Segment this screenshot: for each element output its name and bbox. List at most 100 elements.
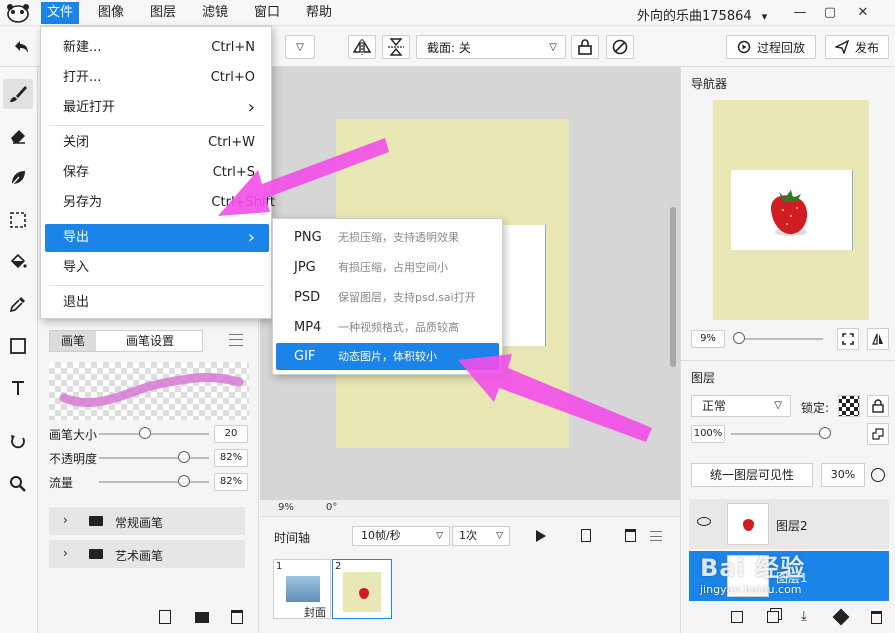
menu-item-new[interactable]: 新建... Ctrl+N — [45, 34, 269, 62]
user-name[interactable]: 外向的乐曲175864 ▾ — [637, 5, 767, 24]
fit-screen-button[interactable] — [837, 328, 859, 350]
clear-layer-icon[interactable] — [832, 608, 850, 626]
export-jpg[interactable]: JPG 有损压缩，占用空间小 — [276, 254, 499, 281]
unify-visibility-button[interactable]: 统一图层可见性 — [691, 463, 813, 487]
flip-vertical-button[interactable] — [382, 35, 410, 59]
flow-field[interactable]: 82% — [214, 473, 248, 491]
menu-file[interactable]: 文件 — [41, 2, 80, 24]
opacity-knob[interactable] — [178, 451, 190, 463]
layer-opacity-slider[interactable] — [731, 433, 831, 435]
clip-select[interactable]: 截面: 关 ▽ — [416, 35, 566, 59]
menu-item-close[interactable]: 关闭 Ctrl+W — [45, 129, 269, 157]
brush-size-field[interactable]: 20 — [214, 425, 248, 443]
blend-mode-select[interactable]: 正常 ▽ — [691, 395, 791, 417]
eraser-tool[interactable] — [3, 121, 33, 151]
maximize-icon[interactable]: ▢ — [820, 3, 840, 23]
export-gif[interactable]: GIF 动态图片，体积较小 — [276, 343, 499, 370]
new-frame-icon[interactable] — [581, 529, 591, 542]
trash-icon[interactable] — [231, 610, 243, 624]
layer-opacity-knob[interactable] — [819, 427, 831, 439]
layer-opacity-field[interactable]: 100% — [691, 425, 725, 443]
folder-icon[interactable] — [195, 612, 209, 623]
smudge-tool[interactable] — [3, 163, 33, 193]
fill-tool[interactable] — [3, 247, 33, 277]
lock-layer-button[interactable] — [867, 395, 889, 417]
publish-button[interactable]: 发布 — [825, 35, 889, 59]
eye-icon[interactable] — [697, 517, 711, 526]
trash-icon[interactable] — [625, 529, 636, 542]
play-icon[interactable] — [536, 530, 546, 542]
duplicate-layer-icon[interactable] — [767, 611, 779, 623]
tab-brush[interactable]: 画笔 — [50, 331, 96, 351]
menu-window[interactable]: 窗口 — [248, 2, 286, 24]
export-psd[interactable]: PSD 保留图层，支持psd.sai打开 — [276, 284, 499, 311]
fps-select[interactable]: 10帧/秒 ▽ — [352, 526, 450, 546]
eyedropper-tool[interactable] — [3, 289, 33, 319]
navigator-zoom-slider[interactable] — [733, 338, 823, 340]
frame-1[interactable]: 1 封面 — [273, 559, 331, 619]
frame-2[interactable]: 2 — [332, 559, 392, 619]
navigator-zoom-field[interactable]: 9% — [691, 330, 725, 348]
menu-item-save-as[interactable]: 另存为 Ctrl+Shift — [45, 189, 275, 217]
menu-item-save[interactable]: 保存 Ctrl+S — [45, 159, 269, 187]
disable-button[interactable] — [606, 35, 634, 59]
rotate-tool[interactable] — [3, 427, 33, 457]
text-tool[interactable] — [3, 373, 33, 403]
mirror-view-button[interactable] — [867, 328, 889, 350]
onion-skin-icon[interactable] — [871, 468, 885, 482]
brush-folder-general[interactable]: › 常规画笔 — [49, 507, 245, 535]
menu-separator — [49, 125, 265, 126]
clip-mask-button[interactable] — [867, 423, 889, 445]
brush-tool[interactable] — [3, 79, 33, 109]
menu-help[interactable]: 帮助 — [300, 2, 338, 24]
minimize-icon[interactable]: — — [790, 3, 810, 23]
menu-image[interactable]: 图像 — [92, 2, 130, 24]
flow-slider[interactable] — [99, 481, 209, 483]
new-layer-icon[interactable] — [731, 611, 743, 623]
toolbar-dropdown[interactable]: ▽ — [285, 35, 315, 59]
layer-row-2[interactable]: 图层2 — [689, 499, 889, 549]
canvas-scrollbar-vertical[interactable] — [670, 207, 676, 367]
undo-button[interactable] — [6, 35, 36, 59]
opacity-label: 不透明度 — [49, 452, 98, 466]
menu-bar: 文件 图像 图层 滤镜 窗口 帮助 外向的乐曲175864 ▾ — ▢ ✕ — [0, 0, 895, 26]
brush-folder-art[interactable]: › 艺术画笔 — [49, 540, 245, 568]
navigator-preview[interactable] — [713, 100, 869, 320]
trash-icon[interactable] — [871, 611, 882, 624]
navigator-zoom-knob[interactable] — [733, 332, 745, 344]
close-icon[interactable]: ✕ — [853, 3, 873, 23]
brush-size-knob[interactable] — [139, 427, 152, 439]
new-brush-icon[interactable] — [159, 610, 171, 624]
export-mp4[interactable]: MP4 一种视频格式，品质较高 — [276, 314, 499, 341]
opacity-slider[interactable] — [99, 457, 209, 459]
menu-item-export[interactable]: 导出 › — [45, 224, 269, 252]
opacity-field[interactable]: 82% — [214, 449, 248, 467]
menu-item-import[interactable]: 导入 — [45, 254, 269, 282]
menu-item-exit[interactable]: 退出 — [45, 289, 269, 317]
menu-filter[interactable]: 滤镜 — [196, 2, 234, 24]
tab-brush-settings[interactable]: 画笔设置 — [98, 331, 202, 351]
chevron-right-icon: › — [63, 513, 68, 527]
shape-tool[interactable] — [3, 331, 33, 361]
zoom-tool[interactable] — [3, 469, 33, 499]
loop-select[interactable]: 1次 ▽ — [452, 526, 510, 546]
export-png[interactable]: PNG 无损压缩，支持透明效果 — [276, 224, 499, 251]
onion-skin-field[interactable]: 30% — [821, 463, 865, 487]
panel-menu-icon[interactable] — [650, 531, 662, 541]
flip-horizontal-button[interactable] — [348, 35, 376, 59]
lock-transparency-button[interactable] — [838, 395, 860, 417]
lock-button[interactable] — [571, 35, 599, 59]
menu-layer[interactable]: 图层 — [144, 2, 182, 24]
leaf-icon — [10, 171, 25, 187]
replay-button[interactable]: 过程回放 — [726, 35, 816, 59]
menu-item-open[interactable]: 打开... Ctrl+O — [45, 64, 269, 92]
user-name-label: 外向的乐曲175864 — [637, 9, 752, 24]
brush-size-slider[interactable] — [99, 433, 209, 435]
flow-label: 流量 — [49, 476, 74, 490]
chevron-down-icon: ▽ — [496, 531, 503, 541]
select-tool[interactable] — [3, 205, 33, 235]
panel-menu-icon[interactable] — [229, 334, 243, 346]
menu-item-recent[interactable]: 最近打开 › — [45, 94, 269, 122]
merge-down-icon[interactable]: ⤓ — [801, 609, 807, 624]
flow-knob[interactable] — [178, 475, 190, 487]
